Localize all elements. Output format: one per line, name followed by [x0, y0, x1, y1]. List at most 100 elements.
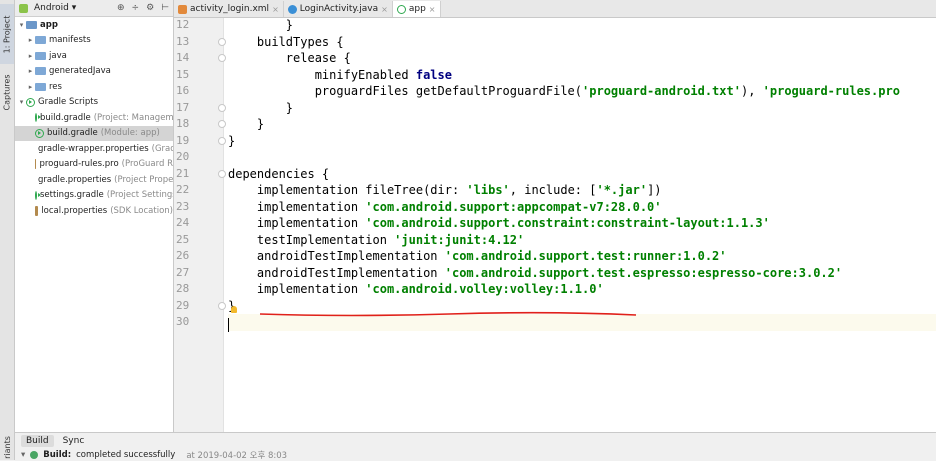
code-token: minifyEnabled [228, 67, 416, 82]
code-line[interactable]: androidTestImplementation 'com.android.s… [228, 248, 727, 265]
code-line[interactable]: androidTestImplementation 'com.android.s… [228, 265, 842, 282]
fold-marker-icon[interactable] [218, 120, 226, 128]
code-line[interactable]: } [228, 18, 293, 34]
code-token: release { [228, 51, 351, 65]
collapse-arrow-icon[interactable]: ▸ [26, 52, 35, 60]
build-status-label: Build: [43, 450, 72, 460]
build-status-row[interactable]: ▾ Build: completed successfully at 2019-… [15, 449, 936, 461]
build-panel-tab[interactable]: Sync [58, 435, 90, 447]
code-line[interactable]: minifyEnabled false [228, 67, 452, 84]
sync-scroll-icon[interactable]: ⊕ [117, 3, 125, 13]
tree-item-secondary: (ProGuard R [121, 159, 173, 170]
tree-item[interactable]: ▸ res [15, 79, 173, 95]
code-line[interactable]: implementation 'com.android.support.cons… [228, 215, 770, 232]
build-tool-window: Build Sync ▾ Build: completed successfull… [15, 432, 936, 461]
code-editor[interactable]: 12 13 14 15 16 17 18 19 20 21 22 23 24 25 26 27 28 29 30 }… [174, 18, 936, 432]
code-line[interactable]: implementation fileTree(dir: 'libs', inc… [228, 182, 662, 199]
fold-marker-icon[interactable] [218, 103, 226, 112]
code-line[interactable]: implementation 'com.android.support:appc… [228, 199, 662, 216]
lightbulb-icon[interactable] [231, 306, 237, 313]
code-line[interactable]: } [228, 100, 293, 117]
tree-item[interactable]: gradle-wrapper.properties (Grad [15, 141, 173, 157]
collapse-arrow-icon[interactable]: ▸ [26, 83, 35, 91]
close-icon[interactable]: × [272, 5, 279, 14]
code-token: 'com.android.support:appcompat-v7:28.0.0… [365, 199, 662, 214]
build-variants-tool-tab[interactable]: riants [0, 434, 14, 460]
code-token: ]) [647, 183, 662, 197]
captures-tool-tab[interactable]: Captures [0, 66, 14, 118]
line-number-gutter: 12 13 14 15 16 17 18 19 20 21 22 23 24 25 26 27 28 29 30 [174, 18, 226, 432]
code-token: , include: [ [509, 183, 597, 197]
gradle-icon [35, 190, 41, 200]
tree-item-label: local.properties [41, 205, 108, 216]
code-token: false [415, 67, 452, 82]
code-token: 'proguard-rules.pro [762, 84, 900, 98]
folder-icon [35, 82, 46, 91]
collapse-all-icon[interactable]: ÷ [132, 3, 140, 13]
expand-arrow-icon[interactable]: ▾ [17, 98, 26, 106]
editor-tab[interactable]: app × [392, 1, 441, 17]
hide-panel-icon[interactable]: ⊢ [161, 3, 169, 13]
fold-marker-icon[interactable] [218, 136, 226, 145]
tree-item[interactable]: ▾ Gradle Scripts [15, 95, 173, 111]
tree-item-label: app [40, 19, 58, 30]
collapse-arrow-icon[interactable]: ▸ [26, 67, 35, 75]
code-token: dependencies { [228, 166, 330, 181]
fold-marker-icon[interactable] [218, 37, 226, 46]
code-line[interactable]: buildTypes { [228, 34, 344, 51]
tree-item[interactable]: settings.gradle (Project Settings [15, 188, 173, 204]
code-token: '*.jar' [596, 183, 648, 197]
close-icon[interactable]: × [429, 5, 436, 14]
expand-arrow-icon[interactable]: ▾ [17, 21, 26, 29]
project-tool-tab[interactable]: 1: Project [0, 4, 14, 64]
code-token: buildTypes { [228, 34, 344, 49]
project-view-selector[interactable]: Android ▾ [34, 3, 76, 13]
tree-item[interactable]: build.gradle (Project: Managem [15, 110, 173, 126]
collapse-arrow-icon[interactable]: ▸ [26, 36, 35, 44]
properties-file-icon [35, 159, 37, 170]
code-line[interactable]: dependencies { [228, 166, 329, 183]
folder-icon [35, 67, 46, 76]
code-token: } [228, 133, 236, 148]
folder-icon [35, 36, 46, 45]
code-line[interactable]: } [228, 133, 235, 150]
gradle-icon [396, 4, 406, 14]
close-icon[interactable]: × [381, 5, 388, 14]
success-icon [30, 451, 39, 459]
code-line[interactable]: proguardFiles getDefaultProguardFile('pr… [228, 83, 900, 100]
tree-item[interactable]: build.gradle (Module: app) [15, 125, 173, 141]
code-line[interactable]: } [228, 116, 264, 133]
gear-icon[interactable]: ⚙ [146, 3, 154, 13]
build-panel-tab[interactable]: Build [21, 435, 54, 447]
tree-item[interactable]: ▸ manifests [15, 33, 173, 49]
code-line[interactable]: release { [228, 50, 351, 67]
fold-marker-icon[interactable] [218, 301, 226, 310]
tree-item[interactable]: gradle.properties (Project Prope [15, 172, 173, 188]
editor-tab-bar: activity_login.xml × LoginActivity.java × ap… [174, 0, 936, 18]
tree-item[interactable]: ▸ java [15, 48, 173, 64]
code-line[interactable]: testImplementation 'junit:junit:4.12' [228, 232, 524, 249]
build-timestamp: at 2019-04-02 오후 8:03 [186, 451, 288, 461]
editor-tab[interactable]: LoginActivity.java × [284, 1, 393, 17]
tree-item[interactable]: ▾ app [15, 17, 173, 33]
code-token: } [228, 117, 265, 131]
tree-item[interactable]: proguard-rules.pro (ProGuard R [15, 157, 173, 173]
tree-item-label: build.gradle [40, 112, 91, 123]
tree-item[interactable]: ▸ generatedJava [15, 64, 173, 80]
editor-tab[interactable]: activity_login.xml × [174, 1, 284, 17]
fold-marker-icon[interactable] [218, 54, 226, 62]
line-number: 23 [176, 199, 190, 213]
code-token: 'proguard-android.txt' [582, 84, 741, 98]
code-line[interactable]: implementation 'com.android.volley:volle… [228, 281, 604, 298]
line-number: 18 [176, 117, 190, 130]
line-number: 22 [176, 183, 190, 196]
build-status-text: completed successfully [76, 450, 176, 460]
chevron-down-icon: ▾ [71, 3, 77, 13]
fold-marker-icon[interactable] [218, 169, 226, 178]
android-icon [19, 3, 28, 13]
code-token: ), [740, 84, 763, 98]
expand-toggle-icon[interactable]: ▾ [21, 450, 25, 460]
gradle-icon [35, 128, 44, 138]
line-number: 13 [176, 34, 190, 48]
tree-item[interactable]: local.properties (SDK Location) [15, 203, 173, 219]
